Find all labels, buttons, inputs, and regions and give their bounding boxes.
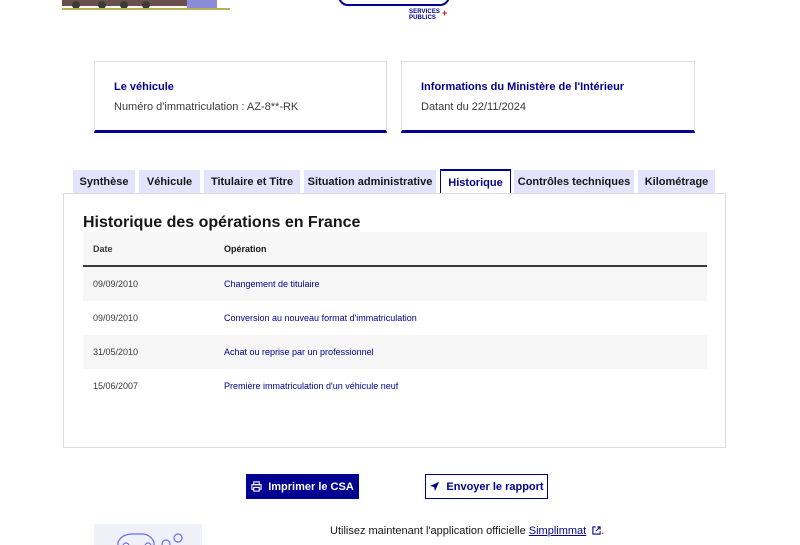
data-date: Datant du 22/11/2024 — [421, 101, 526, 113]
history-panel: Historique des opérations en France Date… — [63, 193, 726, 448]
row-operation: Achat ou reprise par un professionnel — [224, 347, 374, 357]
services-publics-logo: SERVICES PUBLICS + — [409, 8, 448, 22]
simplimmat-link[interactable]: Simplimmat — [529, 525, 586, 537]
column-header-operation: Opération — [224, 243, 267, 254]
tab-vehicule[interactable]: Véhicule — [139, 170, 200, 194]
tab-synthese[interactable]: Synthèse — [73, 170, 135, 194]
table-row: 31/05/2010 Achat ou reprise par un profe… — [83, 335, 707, 369]
history-table: Date Opération 09/09/2010 Changement de … — [83, 232, 707, 403]
external-link-icon — [592, 526, 601, 535]
row-operation: Première immatriculation d'un véhicule n… — [224, 381, 399, 391]
header-illustration — [62, 0, 230, 10]
ministry-card-title: Informations du Ministère de l'Intérieur — [421, 81, 625, 93]
table-row: 09/09/2010 Conversion au nouveau format … — [83, 301, 707, 335]
simplimmat-illustration — [94, 524, 202, 545]
print-csa-label: Imprimer le CSA — [268, 480, 354, 493]
promo-text: Utilisez maintenant l'application offici… — [330, 525, 529, 537]
tab-situation-administrative[interactable]: Situation administrative — [304, 170, 436, 194]
table-header: Date Opération — [83, 232, 707, 267]
tab-historique[interactable]: Historique — [440, 169, 511, 195]
row-operation: Changement de titulaire — [224, 279, 320, 289]
vehicle-card-title: Le véhicule — [114, 81, 174, 93]
row-date: 09/09/2010 — [93, 313, 139, 323]
promo-text-end: . — [601, 525, 605, 537]
tab-kilometrage[interactable]: Kilométrage — [638, 170, 715, 194]
send-report-button[interactable]: Envoyer le rapport — [425, 474, 548, 499]
simplimmat-promo: Utilisez maintenant l'application offici… — [330, 525, 604, 537]
row-date: 31/05/2010 — [93, 347, 139, 357]
history-title: Historique des opérations en France — [83, 214, 361, 231]
registration-number: Numéro d'immatriculation : AZ-8**-RK — [114, 101, 299, 113]
tab-controles-techniques[interactable]: Contrôles techniques — [514, 170, 634, 194]
printer-icon — [251, 481, 262, 492]
column-header-date: Date — [93, 243, 113, 254]
send-icon — [430, 481, 440, 492]
header-pill-button[interactable] — [338, 0, 450, 6]
table-row: 15/06/2007 Première immatriculation d'un… — [83, 369, 707, 403]
tab-titulaire-titre[interactable]: Titulaire et Titre — [204, 170, 300, 194]
row-operation: Conversion au nouveau format d'immatricu… — [224, 313, 417, 323]
vehicle-card: Le véhicule Numéro d'immatriculation : A… — [94, 61, 387, 133]
print-csa-button[interactable]: Imprimer le CSA — [246, 474, 359, 499]
row-date: 15/06/2007 — [93, 381, 139, 391]
row-date: 09/09/2010 — [93, 279, 139, 289]
table-row: 09/09/2010 Changement de titulaire — [83, 267, 707, 301]
send-report-label: Envoyer le rapport — [446, 480, 544, 493]
ministry-card: Informations du Ministère de l'Intérieur… — [401, 61, 695, 133]
